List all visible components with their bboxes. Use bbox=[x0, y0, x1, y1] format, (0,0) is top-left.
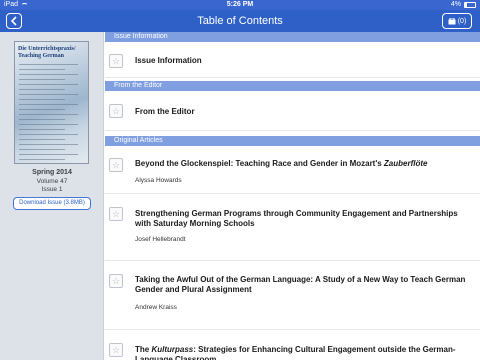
article-title-italic: Kulturpass bbox=[151, 345, 194, 354]
list-item[interactable]: ☆ Strengthening German Programs through … bbox=[105, 195, 480, 261]
battery-percent: 4% bbox=[450, 1, 461, 8]
battery-icon bbox=[464, 2, 476, 8]
article-title-text: Beyond the Glockenspiel: Teaching Race a… bbox=[135, 159, 384, 168]
toc-list: Issue Information ☆ Issue Information Fr… bbox=[105, 32, 480, 360]
download-issue-button[interactable]: Download Issue (3.8MB) bbox=[13, 197, 91, 210]
cover-decoration bbox=[19, 64, 85, 163]
item-title: Issue Information bbox=[135, 56, 202, 65]
article-title: The Kulturpass: Strategies for Enhancing… bbox=[135, 345, 470, 360]
list-item[interactable]: ☆ Taking the Awful Out of the German Lan… bbox=[105, 262, 480, 330]
issue-sidebar: Die Unterrichtspraxis/ Teaching German S… bbox=[0, 32, 104, 360]
list-item[interactable]: ☆ From the Editor bbox=[105, 91, 480, 131]
favorite-star-icon[interactable]: ☆ bbox=[109, 54, 123, 68]
favorite-star-icon[interactable]: ☆ bbox=[109, 274, 123, 288]
article-title: Beyond the Glockenspiel: Teaching Race a… bbox=[135, 159, 470, 169]
article-author: Josef Hellebrandt bbox=[135, 236, 186, 243]
issue-cover-image[interactable]: Die Unterrichtspraxis/ Teaching German bbox=[14, 41, 89, 164]
status-bar: iPad 5:26 PM 4% bbox=[0, 0, 480, 10]
section-header-from-the-editor: From the Editor bbox=[105, 81, 480, 91]
list-item[interactable]: ☆ Beyond the Glockenspiel: Teaching Race… bbox=[105, 146, 480, 194]
article-author: Andrew Kraiss bbox=[135, 304, 177, 311]
issue-volume: Volume 47 bbox=[36, 178, 68, 185]
article-title-text: The bbox=[135, 345, 152, 354]
section-header-issue-information: Issue Information bbox=[105, 32, 480, 42]
favorite-star-icon[interactable]: ☆ bbox=[109, 158, 123, 172]
article-author: Alyssa Howards bbox=[135, 177, 182, 184]
favorite-star-icon[interactable]: ☆ bbox=[109, 343, 123, 357]
issue-number: Issue 1 bbox=[41, 186, 63, 193]
cart-icon bbox=[448, 17, 456, 24]
nav-bar: Table of Contents (0) bbox=[0, 10, 480, 32]
list-item[interactable]: ☆ The Kulturpass: Strategies for Enhanci… bbox=[105, 331, 480, 360]
status-time: 5:26 PM bbox=[226, 1, 254, 8]
article-title: Strengthening German Programs through Co… bbox=[135, 209, 458, 228]
cover-title: Die Unterrichtspraxis/ Teaching German bbox=[18, 46, 76, 59]
favorite-star-icon[interactable]: ☆ bbox=[109, 207, 123, 221]
status-right: 4% bbox=[451, 0, 476, 10]
article-title: Taking the Awful Out of the German Langu… bbox=[135, 275, 466, 294]
item-title: From the Editor bbox=[135, 107, 195, 116]
cart-count: (0) bbox=[457, 17, 467, 25]
cart-button[interactable]: (0) bbox=[442, 13, 472, 29]
list-item[interactable]: ☆ Issue Information bbox=[105, 42, 480, 78]
issue-season: Spring 2014 bbox=[32, 169, 72, 176]
page-title: Table of Contents bbox=[197, 15, 283, 27]
article-title-italic: Zauberflöte bbox=[383, 159, 428, 168]
favorite-star-icon[interactable]: ☆ bbox=[109, 104, 123, 118]
section-header-original-articles: Original Articles bbox=[105, 136, 480, 146]
